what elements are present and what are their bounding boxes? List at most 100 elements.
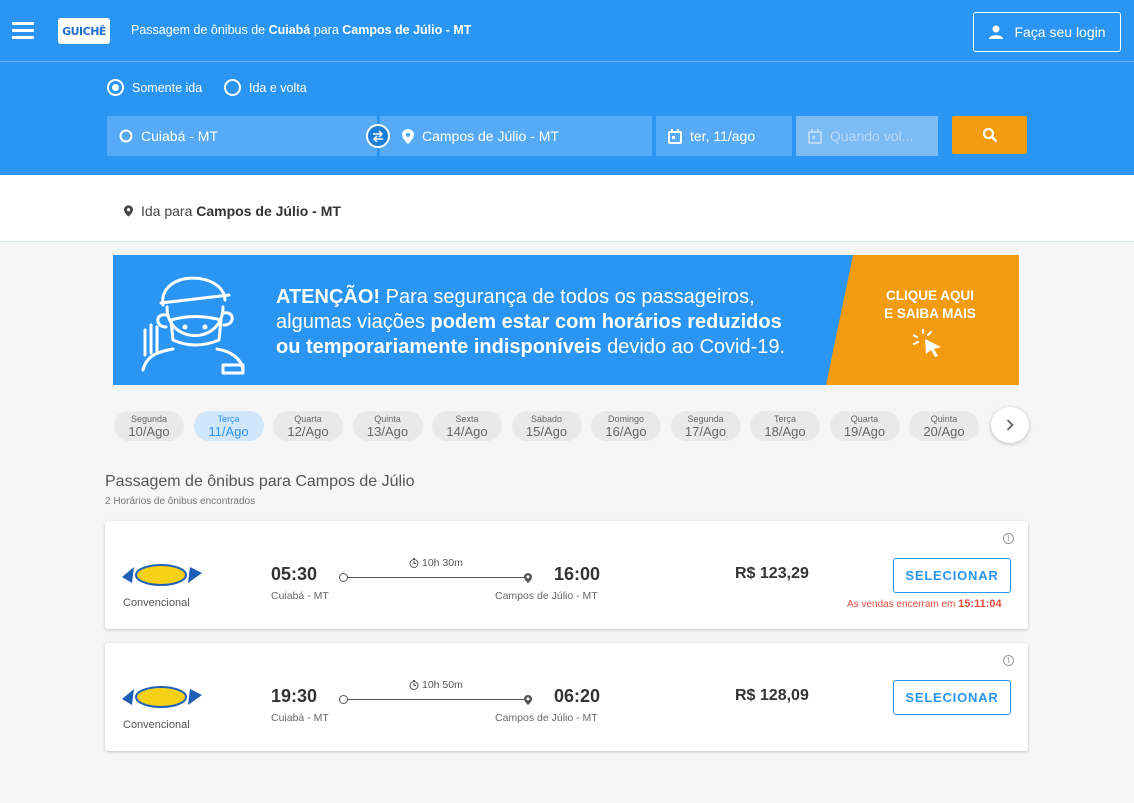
destination-field[interactable]: Campos de Júlio - MT [380,116,652,156]
arrival-time: 06:20 [554,686,601,706]
return-date-placeholder: Quando vol... [830,128,914,144]
date-value: 20/Ago [923,424,965,439]
bus-class: Convencional [123,719,190,731]
date-pill[interactable]: Terça 18/Ago [750,411,820,441]
chevron-right-icon [1006,419,1014,431]
date-pill[interactable]: Sexta 14/Ago [432,411,502,441]
radio-checked-icon [107,79,124,96]
date-pill[interactable]: Terça 11/Ago [193,411,264,441]
trip-card: i Convencional 19:30 Cuiabá - MT 10h 50m 06:2… [105,643,1028,751]
search-button[interactable] [952,116,1027,154]
departure-city: Cuiabá - MT [271,712,329,724]
swap-arrows-icon [372,130,384,142]
return-date-field[interactable]: Quando vol... [796,116,938,156]
info-icon[interactable]: i [1003,655,1014,666]
radio-one-way[interactable]: Somente ida [107,79,202,96]
bus-class: Convencional [123,597,190,609]
date-pill[interactable]: Segunda 10/Ago [114,411,184,441]
timeline-line [347,577,525,578]
login-label: Faça seu login [1014,24,1106,40]
trip-card: i Convencional 05:30 Cuiabá - MT 10h 30m 16:0… [105,521,1028,629]
date-weekday: Quarta [850,414,879,424]
banner-cta[interactable]: CLIQUE AQUI E SAIBA MAIS [861,287,999,362]
calendar-icon [668,128,682,144]
select-button[interactable]: SELECIONAR [893,680,1011,715]
header: GUICHÊ Passagem de ônibus de Cuiabá para… [0,0,1134,175]
clock-icon [409,680,419,690]
ticket-price: R$ 123,29 [735,565,809,582]
departure-date-value: ter, 11/ago [690,128,756,144]
banner-message: ATENÇÃO! Para segurança de todos os pass… [276,286,786,358]
company-logo [120,559,204,591]
company-logo [120,681,204,713]
date-pill[interactable]: Domingo 16/Ago [591,411,661,441]
radio-round-trip[interactable]: Ida e volta [224,79,307,96]
date-pill[interactable]: Quinta 20/Ago [909,411,979,441]
masked-driver-illustration [141,276,245,375]
departure-time: 19:30 [271,686,318,706]
route-summary: Ida para Campos de Júlio - MT [124,203,341,219]
date-value: 11/Ago [208,424,249,439]
results-title: Passagem de ônibus para Campos de Júlio [105,473,415,490]
date-pill[interactable]: Sábado 15/Ago [511,411,582,441]
date-weekday: Sexta [455,414,479,424]
click-cursor-icon [912,328,941,357]
arrival-time: 16:00 [554,564,601,584]
origin-circle-icon [119,129,133,143]
date-pill[interactable]: Quarta 19/Ago [829,411,900,441]
trip-timeline [339,573,534,583]
origin-value: Cuiabá - MT [141,128,219,144]
trip-timeline [339,695,534,705]
date-weekday: Terça [773,414,796,424]
date-value: 19/Ago [843,424,886,439]
arrival-city: Campos de Júlio - MT [495,712,598,724]
login-button[interactable]: Faça seu login [973,12,1121,52]
date-weekday: Sábado [530,414,563,424]
date-weekday: Quinta [374,414,401,424]
date-pill[interactable]: Quinta 13/Ago [352,411,423,441]
site-logo[interactable]: GUICHÊ [58,18,110,44]
location-pin-icon [124,205,133,217]
one-way-label: Somente ida [132,80,203,95]
date-weekday: Segunda [130,414,168,424]
date-weekday: Domingo [607,414,645,424]
header-divider [0,61,1134,62]
date-pill[interactable]: Segunda 17/Ago [670,411,741,441]
swap-button[interactable] [366,124,390,148]
date-weekday: Quarta [294,414,322,424]
results-count: 2 Horários de ônibus encontrados [105,496,256,507]
arrival-city: Campos de Júlio - MT [495,590,598,602]
location-pin-icon [524,573,532,583]
date-value: 13/Ago [366,424,409,439]
date-pill[interactable]: Quarta 12/Ago [273,411,343,441]
departure-city: Cuiabá - MT [271,590,329,602]
info-icon[interactable]: i [1003,533,1014,544]
origin-field[interactable]: Cuiabá - MT [107,116,377,156]
next-dates-button[interactable] [991,407,1029,443]
date-weekday: Quinta [930,414,958,424]
ticket-price: R$ 128,09 [735,687,809,704]
date-value: 17/Ago [684,424,727,439]
date-value: 18/Ago [764,424,806,439]
timeline-line [347,699,525,700]
date-value: 12/Ago [287,424,329,439]
search-icon [982,127,997,143]
hamburger-menu-icon[interactable] [12,22,34,40]
date-value: 10/Ago [128,424,170,439]
select-button[interactable]: SELECIONAR [893,558,1011,593]
page-title: Passagem de ônibus de Cuiabá para Campos… [131,23,472,37]
logo-text: GUICHÊ [62,24,106,38]
location-pin-icon [402,128,414,144]
departure-date-field[interactable]: ter, 11/ago [656,116,792,156]
date-value: 14/Ago [446,424,488,439]
trip-duration: 10h 50m [409,679,463,691]
calendar-icon [808,128,822,144]
location-pin-icon [524,695,532,705]
date-value: 16/Ago [605,424,647,439]
round-trip-label: Ida e volta [249,80,307,95]
sales-end-notice: As vendas encerram em 15:11:04 [847,598,1002,610]
user-icon [989,25,1004,39]
destination-value: Campos de Júlio - MT [422,128,559,144]
covid-banner[interactable]: ATENÇÃO! Para segurança de todos os pass… [113,255,1019,385]
date-weekday: Terça [217,414,240,424]
